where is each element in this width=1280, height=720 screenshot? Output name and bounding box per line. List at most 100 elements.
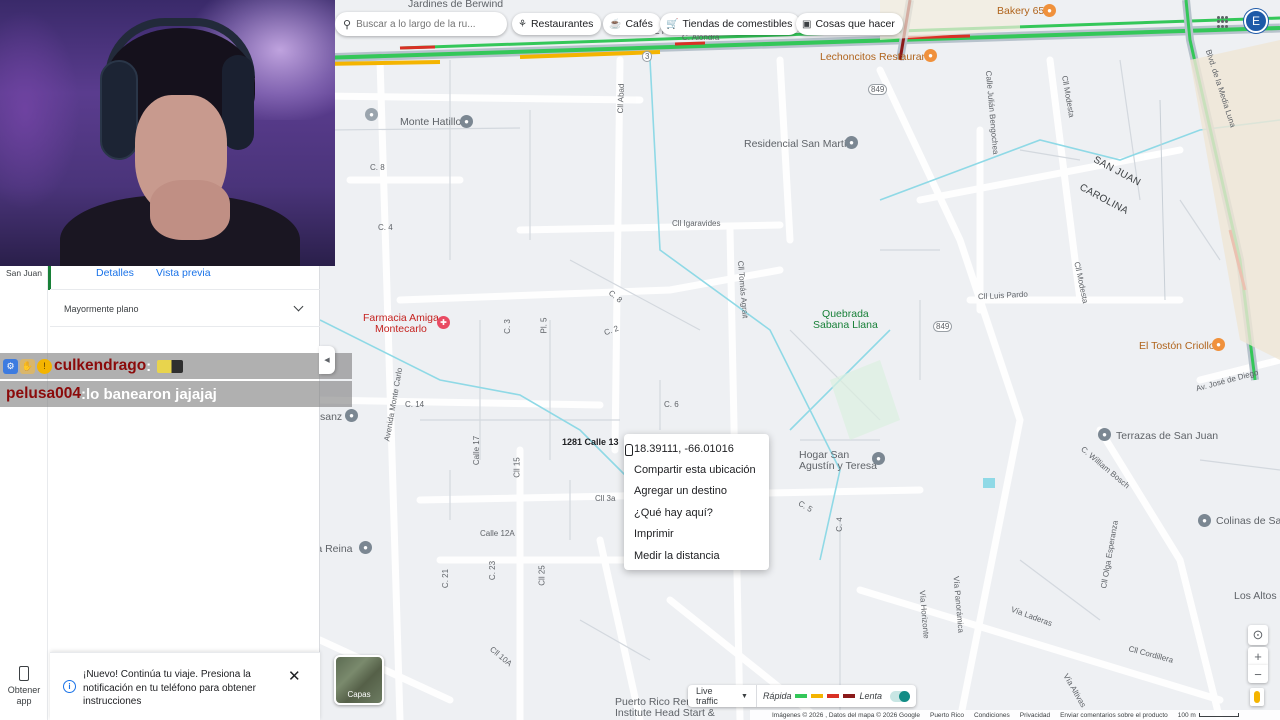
get-app-button[interactable]: Obtener app [0,666,48,707]
traffic-bar-fast [795,694,808,698]
footer-link-terms[interactable]: Condiciones [974,712,1010,719]
traffic-toggle[interactable] [890,690,910,702]
street-label: Cll Igaravides [672,219,721,228]
place-marker-icon[interactable]: ● [845,136,858,149]
poi-label[interactable]: Residencial San Martín [744,138,853,150]
chevron-down-icon [293,301,304,312]
collapse-panel-button[interactable]: ◀ [319,346,335,374]
chat-separator: : [146,357,152,375]
street-view-pegman-icon[interactable] [1250,688,1264,706]
chip-cafes[interactable]: ☕ Cafés [603,13,661,35]
street-label: Calle 17 [472,435,482,466]
panel-tabs: Detalles Vista previa [50,266,320,290]
chip-label: Tiendas de comestibles [682,18,793,30]
poi-label: sanz [320,411,343,423]
route-shield: 849 [868,84,888,95]
route-search-input[interactable] [356,18,497,30]
poi-label[interactable]: Terrazas de San Juan [1116,430,1218,442]
restaurant-icon[interactable]: ● [1043,4,1056,17]
tab-preview[interactable]: Vista previa [156,266,211,289]
notification-text: ¡Nuevo! Continúa tu viaje. Presiona la n… [83,669,256,707]
footer-link-country[interactable]: Puerto Rico [930,712,964,719]
place-marker-icon[interactable]: ● [872,452,885,465]
zoom-out-button[interactable]: − [1248,665,1268,683]
chat-message: pelusa004 : lo banearon jajajaj [0,381,352,407]
place-marker-icon[interactable]: ● [365,108,378,121]
menu-item-print[interactable]: Imprimir [624,524,769,545]
poi-label[interactable]: Monte Hatillo [400,116,461,128]
apps-grid-icon[interactable] [1217,16,1229,28]
poi-label[interactable]: Colinas de San [1216,515,1280,527]
badge-icon: ⚙ [3,358,18,374]
chip-groceries[interactable]: 🛒 Tiendas de comestibles [660,13,801,35]
place-marker-icon[interactable]: ● [1198,514,1211,527]
restaurant-icon[interactable]: ● [1212,338,1225,351]
place-marker-icon[interactable]: ● [345,409,358,422]
place-marker-icon[interactable]: ● [460,115,473,128]
traffic-bar-slow [827,694,840,698]
chip-things-to-do[interactable]: ▣ Cosas que hacer [796,13,903,35]
menu-item-whats-here[interactable]: ¿Qué hay aquí? [624,502,769,523]
poi-label[interactable]: Farmacia Amiga Montecarlo [363,313,439,335]
poi-label[interactable]: la Reina [320,543,353,555]
scale-bar[interactable]: 100 m [1178,712,1239,719]
street-label: C. 3 [502,319,512,334]
badge-icon: ! [37,358,52,374]
place-marker-icon[interactable]: ● [1098,428,1111,441]
chip-label: Restaurantes [530,18,594,30]
footer-link-privacy[interactable]: Privacidad [1020,712,1050,719]
rail-city-label[interactable]: San Juan [6,268,42,278]
chip-restaurants[interactable]: ⚘ Restaurantes [512,13,602,35]
emote-icon [157,359,184,373]
route-option-label: Mayormente plano [64,303,139,314]
street-label: C. 23 [488,560,498,581]
webcam-overlay [0,0,335,266]
menu-item-share[interactable]: Compartir esta ubicación [624,459,769,480]
traffic-slow-label: Lenta [859,691,882,701]
badge-icon: ✋ [20,358,35,374]
poi-label[interactable]: Quebrada Sabana Llana [813,309,878,331]
map-footer: Imágenes © 2026 , Datos del mapa © 2026 … [750,710,1280,720]
street-label: C. 4 [378,223,393,232]
footer-link-feedback[interactable]: Enviar comentarios sobre el producto [1060,712,1168,719]
fork-knife-icon: ⚘ [518,18,527,30]
cart-icon: 🛒 [666,18,679,30]
info-icon: i [63,680,76,693]
headphones-icon [222,55,254,150]
poi-label[interactable]: Lechoncitos Restaurant [820,51,930,63]
menu-item-measure[interactable]: Medir la distancia [624,545,769,566]
traffic-mode-label: Live traffic [696,686,718,706]
route-search-box[interactable]: ⚲ [335,12,507,36]
chip-label: Cosas que hacer [815,18,895,30]
headphones-icon [100,60,138,160]
layers-button[interactable]: Capas [334,655,384,705]
restaurant-icon[interactable]: ● [924,49,937,62]
tab-details[interactable]: Detalles [96,266,134,289]
chat-username: culkendrago [54,357,147,374]
route-option-row[interactable]: Mayormente plano [50,291,320,327]
hand-cursor-icon [625,444,633,456]
poi-label[interactable]: Hogar San Agustín y Teresa [799,450,877,472]
traffic-mode-dropdown[interactable]: Live traffic ▼ [688,685,757,707]
streamer-hand [150,180,230,240]
pharmacy-icon[interactable]: ✚ [437,316,450,329]
poi-label[interactable]: Bakery 65 [997,5,1044,17]
chat-message: ⚙ ✋ ! culkendrago : [0,353,352,379]
map-canvas[interactable]: Cll Abad C. 8 C. 4 Cll Igaravides Cll To… [320,0,1280,720]
street-label: Cll 15 [512,457,522,478]
poi-label: Jardines de Berwind [408,0,504,10]
phone-icon [19,666,29,681]
account-avatar[interactable]: E [1244,9,1268,33]
context-menu: 18.39111, -66.01016 Compartir esta ubica… [624,434,769,571]
place-marker-icon[interactable]: ● [359,541,372,554]
poi-label[interactable]: El Tostón Criollo [1139,340,1215,352]
street-label: C. 14 [405,400,425,409]
menu-item-coordinates[interactable]: 18.39111, -66.01016 [624,438,769,459]
traffic-bar-medium [811,694,824,698]
zoom-in-button[interactable]: + [1248,647,1268,665]
my-location-button[interactable]: ⊙ [1248,625,1268,645]
layers-label: Capas [347,690,371,699]
close-icon[interactable]: ✕ [288,667,301,685]
menu-item-add-destination[interactable]: Agregar un destino [624,481,769,502]
chat-text: lo banearon jajajaj [85,385,217,403]
